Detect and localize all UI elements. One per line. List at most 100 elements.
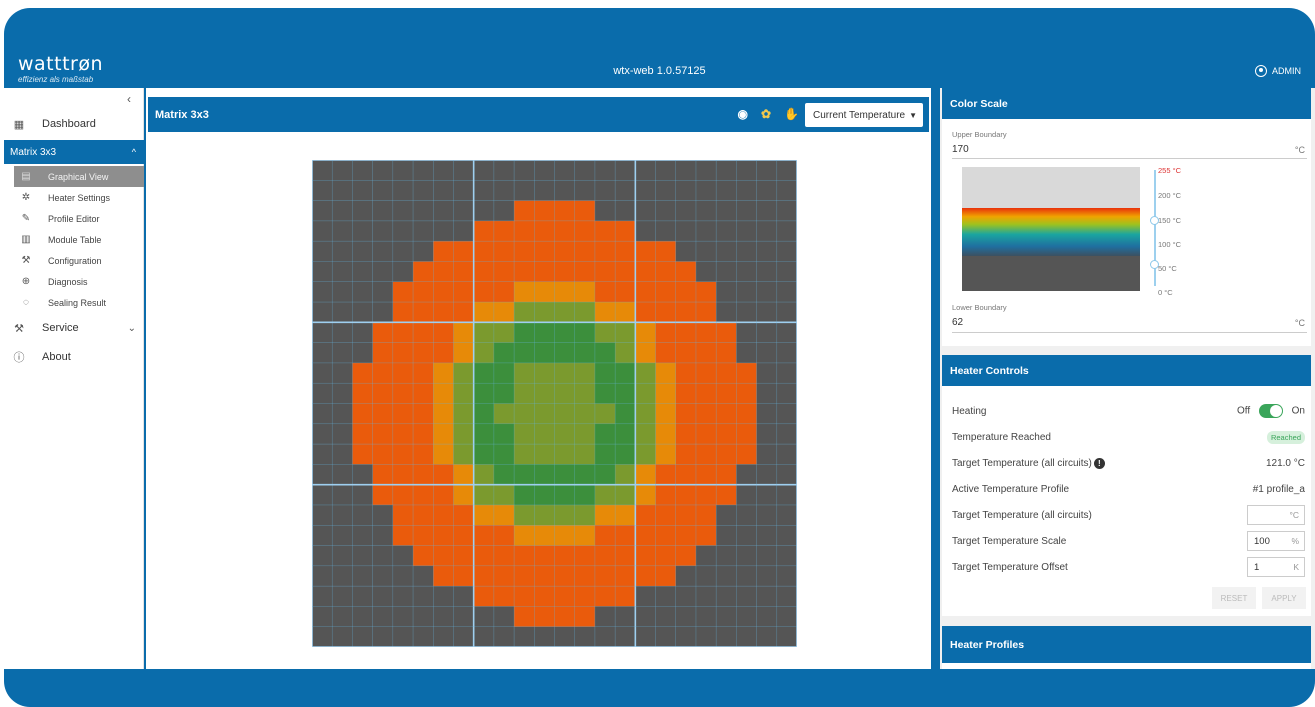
- heater-cell[interactable]: [352, 362, 373, 384]
- heater-cell[interactable]: [413, 362, 434, 384]
- heater-cell[interactable]: [655, 180, 677, 201]
- heater-cell[interactable]: [514, 586, 535, 607]
- heater-cell[interactable]: [756, 200, 778, 222]
- heater-cell[interactable]: [453, 565, 474, 587]
- heater-cell[interactable]: [534, 586, 555, 607]
- heater-cell[interactable]: [655, 302, 677, 323]
- heater-cell[interactable]: [493, 342, 515, 364]
- heater-cell[interactable]: [413, 626, 434, 647]
- heater-cell[interactable]: [433, 200, 454, 222]
- sidebar-item-diagnosis[interactable]: ⊕ Diagnosis: [14, 271, 144, 292]
- heater-cell[interactable]: [453, 281, 474, 303]
- heater-cell[interactable]: [594, 444, 616, 465]
- heater-cell[interactable]: [675, 565, 697, 587]
- heater-cell[interactable]: [392, 302, 414, 323]
- heater-cell[interactable]: [716, 484, 737, 506]
- heater-cell[interactable]: [635, 484, 656, 506]
- heater-cell[interactable]: [433, 464, 454, 485]
- user-menu[interactable]: ADMIN: [1255, 65, 1301, 77]
- heater-cell[interactable]: [554, 241, 576, 262]
- heater-cell[interactable]: [534, 545, 555, 567]
- heater-cell[interactable]: [574, 565, 596, 587]
- heater-cell[interactable]: [776, 525, 797, 546]
- heater-cell[interactable]: [514, 545, 535, 567]
- heater-cell[interactable]: [332, 302, 353, 323]
- heater-cell[interactable]: [413, 261, 434, 283]
- heater-cell[interactable]: [312, 180, 333, 201]
- heater-cell[interactable]: [534, 220, 555, 242]
- heater-cell[interactable]: [433, 342, 454, 364]
- heater-cell[interactable]: [332, 504, 353, 526]
- heater-cell[interactable]: [413, 525, 434, 546]
- heater-cell[interactable]: [594, 322, 616, 343]
- heater-cell[interactable]: [615, 160, 636, 181]
- heater-cell[interactable]: [594, 545, 616, 567]
- heater-cell[interactable]: [514, 423, 535, 445]
- heater-cell[interactable]: [493, 403, 515, 425]
- heater-cell[interactable]: [675, 160, 697, 181]
- heater-cell[interactable]: [675, 525, 697, 546]
- heater-cell[interactable]: [372, 342, 394, 364]
- heater-cell[interactable]: [332, 586, 353, 607]
- heater-cell[interactable]: [332, 322, 353, 343]
- heater-cell[interactable]: [372, 423, 394, 445]
- heater-cell[interactable]: [695, 606, 717, 628]
- heater-cell[interactable]: [493, 586, 515, 607]
- heater-cell[interactable]: [776, 281, 797, 303]
- heater-cell[interactable]: [695, 281, 717, 303]
- heater-cell[interactable]: [675, 383, 697, 404]
- heater-cell[interactable]: [716, 342, 737, 364]
- heater-cell[interactable]: [473, 403, 495, 425]
- heater-cell[interactable]: [493, 281, 515, 303]
- heater-cell[interactable]: [554, 423, 576, 445]
- heater-cell[interactable]: [514, 403, 535, 425]
- heater-cell[interactable]: [473, 423, 495, 445]
- heater-cell[interactable]: [615, 383, 636, 404]
- heater-cell[interactable]: [534, 160, 555, 181]
- heater-cell[interactable]: [594, 160, 616, 181]
- heater-cell[interactable]: [675, 302, 697, 323]
- heater-cell[interactable]: [716, 403, 737, 425]
- heater-cell[interactable]: [736, 586, 757, 607]
- heater-cell[interactable]: [736, 180, 757, 201]
- heater-cell[interactable]: [453, 383, 474, 404]
- heater-cell[interactable]: [352, 586, 373, 607]
- heater-cell[interactable]: [615, 261, 636, 283]
- heater-cell[interactable]: [776, 423, 797, 445]
- heater-cell[interactable]: [756, 362, 778, 384]
- heater-cell[interactable]: [392, 383, 414, 404]
- heater-cell[interactable]: [372, 403, 394, 425]
- sidebar-item-graphical-view[interactable]: ▤ Graphical View: [14, 166, 144, 187]
- heater-cell[interactable]: [493, 444, 515, 465]
- heater-cell[interactable]: [514, 362, 535, 384]
- heater-cell[interactable]: [554, 302, 576, 323]
- heater-cell[interactable]: [473, 383, 495, 404]
- heater-cell[interactable]: [413, 220, 434, 242]
- heater-cell[interactable]: [473, 281, 495, 303]
- heater-cell[interactable]: [736, 261, 757, 283]
- heater-cell[interactable]: [635, 200, 656, 222]
- heater-cell[interactable]: [372, 464, 394, 485]
- heater-cell[interactable]: [716, 322, 737, 343]
- heater-cell[interactable]: [433, 606, 454, 628]
- heater-cell[interactable]: [473, 302, 495, 323]
- heater-cell[interactable]: [695, 626, 717, 647]
- heater-cell[interactable]: [716, 180, 737, 201]
- heater-cell[interactable]: [332, 423, 353, 445]
- heater-cell[interactable]: [352, 484, 373, 506]
- heater-cell[interactable]: [534, 525, 555, 546]
- heater-cell[interactable]: [554, 281, 576, 303]
- heater-cell[interactable]: [716, 383, 737, 404]
- heater-cell[interactable]: [675, 261, 697, 283]
- heater-cell[interactable]: [554, 525, 576, 546]
- heater-cell[interactable]: [695, 200, 717, 222]
- heater-cell[interactable]: [635, 423, 656, 445]
- heater-cell[interactable]: [534, 444, 555, 465]
- heater-cell[interactable]: [392, 525, 414, 546]
- heater-cell[interactable]: [352, 525, 373, 546]
- heater-cell[interactable]: [514, 160, 535, 181]
- heater-cell[interactable]: [352, 220, 373, 242]
- heating-toggle[interactable]: [1258, 404, 1283, 418]
- heater-cell[interactable]: [736, 403, 757, 425]
- heater-cell[interactable]: [756, 220, 778, 242]
